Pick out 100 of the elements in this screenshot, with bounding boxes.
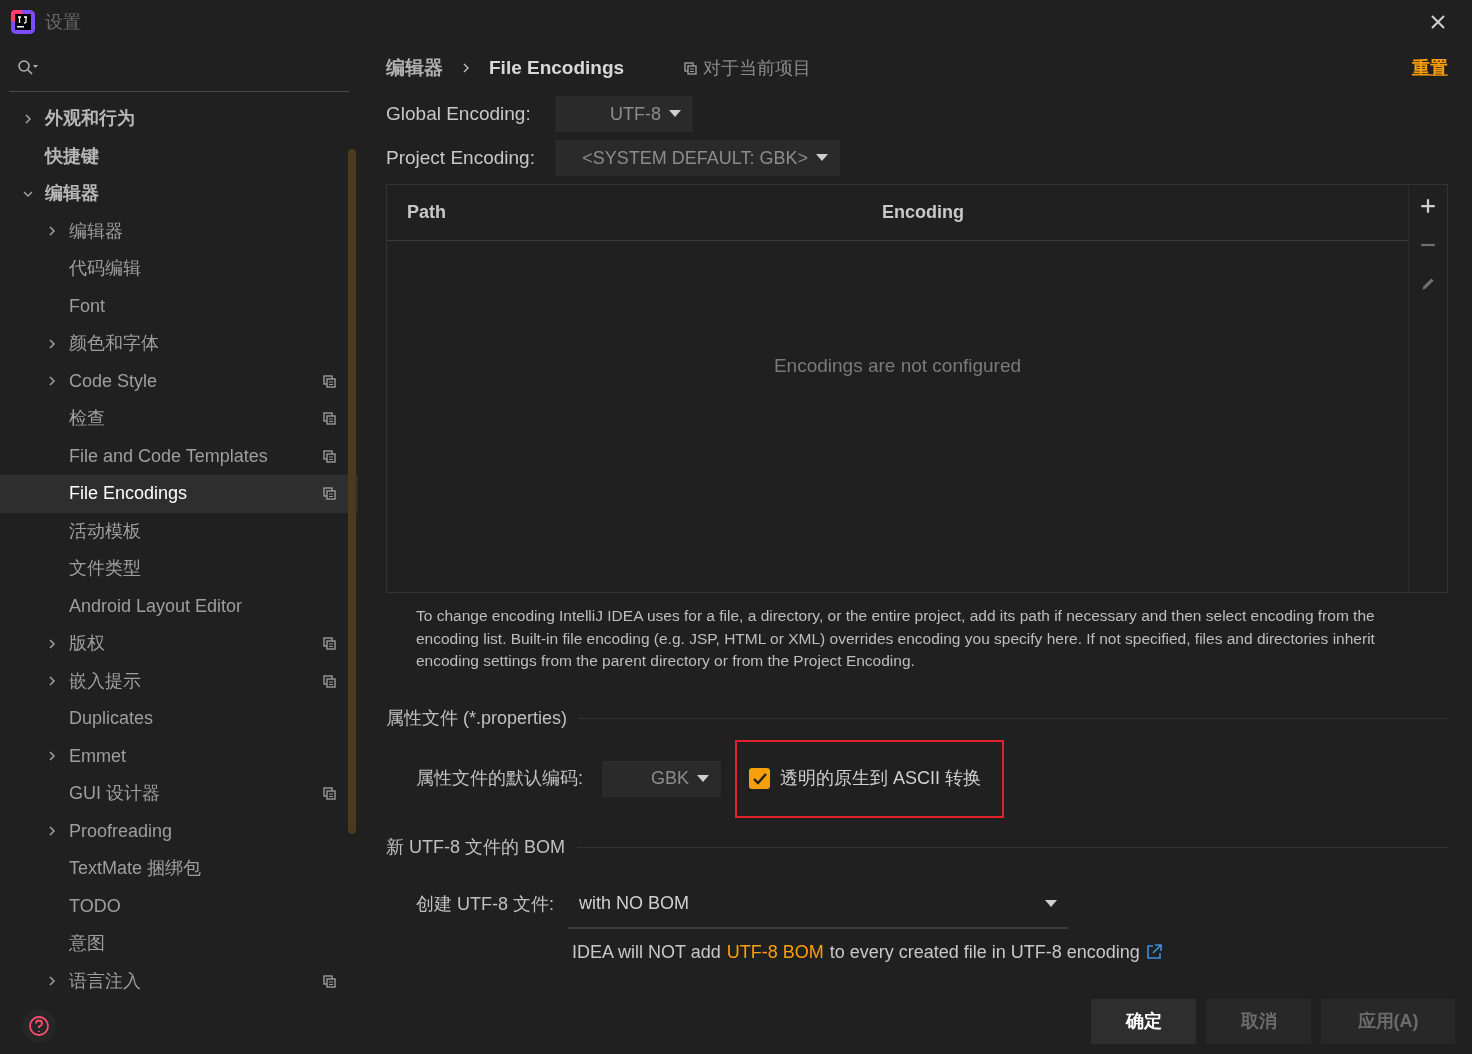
tree-item[interactable]: Proofreading [0,812,358,850]
tree-item[interactable]: File Encodings [0,475,358,513]
tree-item-label: Duplicates [69,707,155,731]
breadcrumb-item[interactable]: 编辑器 [386,53,443,83]
scope-label: 对于当前项目 [703,56,812,80]
tree-item[interactable]: 版权 [0,625,358,663]
bom-hint-text: IDEA will NOT add [572,940,721,964]
app-logo-icon [10,9,36,35]
help-icon [28,1015,50,1037]
project-scope-icon [684,61,698,75]
chevron-right-icon[interactable] [46,637,58,650]
tree-item[interactable]: 嵌入提示 [0,662,358,700]
tree-item-label: 编辑器 [69,219,124,243]
tree-item[interactable]: TextMate 捆绑包 [0,850,358,888]
window-title: 设置 [45,10,81,34]
tree-item-label: Font [69,294,107,318]
tree-item-label: 快捷键 [45,144,100,168]
tree-item-label: GUI 设计器 [69,782,161,806]
chevron-right-icon[interactable] [46,975,58,988]
description-text: To change encoding IntelliJ IDEA uses for a file, a directory, or the entire project, add its path if necessary and then select encoding from the encoding list. Built-in file encoding (e.g. JSP, HTML or XML) overrides encoding you specify here. If not specified, files and directories inherit encoding settings from the parent directory or from the Project Encoding. [415,606,1376,671]
project-scope-icon [323,449,336,463]
chevron-right-icon[interactable] [46,750,58,763]
tree-item[interactable]: Emmet [0,737,358,775]
caret-icon [669,110,681,118]
tree-item-label: 文件类型 [69,557,142,581]
chevron-right-icon[interactable] [46,675,58,688]
chevron-right-icon[interactable] [46,825,58,838]
tree-item-label: Emmet [69,744,127,768]
chevron-right-icon [461,62,471,74]
reset-link[interactable]: 重置 [1412,54,1448,82]
project-scope-icon [323,412,336,426]
tree-item-label: 版权 [69,632,106,656]
tree-item[interactable]: 语言注入 [0,962,358,1000]
tree-item[interactable]: Font [0,287,358,325]
chevron-right-icon[interactable] [22,112,34,125]
breadcrumb-item: File Encodings [489,55,625,80]
tree-item-label: 检查 [69,407,106,431]
tree-item-label: 外观和行为 [45,107,136,131]
caret-icon [1045,899,1057,908]
project-scope-icon [323,674,336,688]
tree-item[interactable]: File and Code Templates [0,437,358,475]
tree-item-label: 语言注入 [69,969,142,993]
tree-item[interactable]: GUI 设计器 [0,775,358,813]
field-label: Global Encoding: [386,101,532,126]
tree-item[interactable]: 活动模板 [0,512,358,550]
caret-icon [697,774,709,783]
help-button[interactable] [22,1009,56,1043]
bom-link[interactable]: UTF-8 BOM [726,938,824,966]
tree-item[interactable]: 编辑器 [0,175,358,213]
tree-item-label: File Encodings [69,482,189,506]
caret-icon [816,154,828,162]
chevron-right-icon[interactable] [46,375,58,388]
project-scope-icon [323,637,336,651]
tree-item[interactable]: 外观和行为 [0,100,358,138]
project-scope-icon [323,787,336,801]
tree-item[interactable]: 文件类型 [0,550,358,588]
field-label: 属性文件的默认编码: [416,767,584,790]
tree-item-label: 活动模板 [69,519,142,543]
column-header[interactable]: Encoding [882,199,964,226]
project-scope-icon [323,374,336,388]
tree-item[interactable]: 快捷键 [0,137,358,175]
tree-item[interactable]: TODO [0,887,358,925]
properties-encoding-dropdown[interactable]: GBK [602,760,721,797]
dialog-button[interactable]: 确定 [1091,999,1196,1044]
tree-item[interactable]: 编辑器 [0,212,358,250]
section-title: 属性文件 (*.properties) [386,706,568,730]
tree-item-label: Proofreading [69,819,174,843]
tree-item[interactable]: Android Layout Editor [0,587,358,625]
tree-item[interactable]: 颜色和字体 [0,325,358,363]
project-scope-icon [323,487,336,501]
empty-table-text: Encodings are not configured [773,354,1022,379]
field-label: 创建 UTF-8 文件: [416,893,555,916]
tree-item-label: 意图 [69,932,106,956]
bom-dropdown[interactable]: with NO BOM [568,880,1068,929]
tree-item-label: TODO [69,894,122,918]
tree-item[interactable]: Code Style [0,362,358,400]
bom-hint-text: to every created file in UTF-8 encoding [829,940,1140,964]
chevron-right-icon[interactable] [46,337,58,350]
external-link-icon[interactable] [1145,944,1162,960]
plus-icon[interactable] [1419,197,1437,215]
tree-item[interactable]: 检查 [0,400,358,438]
tree-item[interactable]: 代码编辑 [0,250,358,288]
tree-item-label: 嵌入提示 [69,669,142,693]
tree-item[interactable]: Duplicates [0,700,358,738]
encoding-dropdown[interactable]: <SYSTEM DEFAULT: GBK> [555,140,840,176]
field-label: Project Encoding: [386,145,536,170]
encoding-dropdown[interactable]: UTF-8 [555,96,693,132]
scrollbar-thumb[interactable] [348,149,356,834]
search-icon [17,58,39,77]
ascii-checkbox[interactable] [749,768,770,789]
checkmark-icon [752,772,767,785]
project-scope-icon [323,974,336,988]
close-icon[interactable] [1430,14,1446,30]
chevron-right-icon[interactable] [46,225,58,238]
tree-item-label: 颜色和字体 [69,332,160,356]
tree-item-label: 代码编辑 [69,257,142,281]
tree-item-label: 编辑器 [45,182,100,206]
tree-item-label: TextMate 捆绑包 [69,857,203,881]
column-header[interactable]: Path [387,199,882,226]
tree-item[interactable]: 意图 [0,925,358,963]
